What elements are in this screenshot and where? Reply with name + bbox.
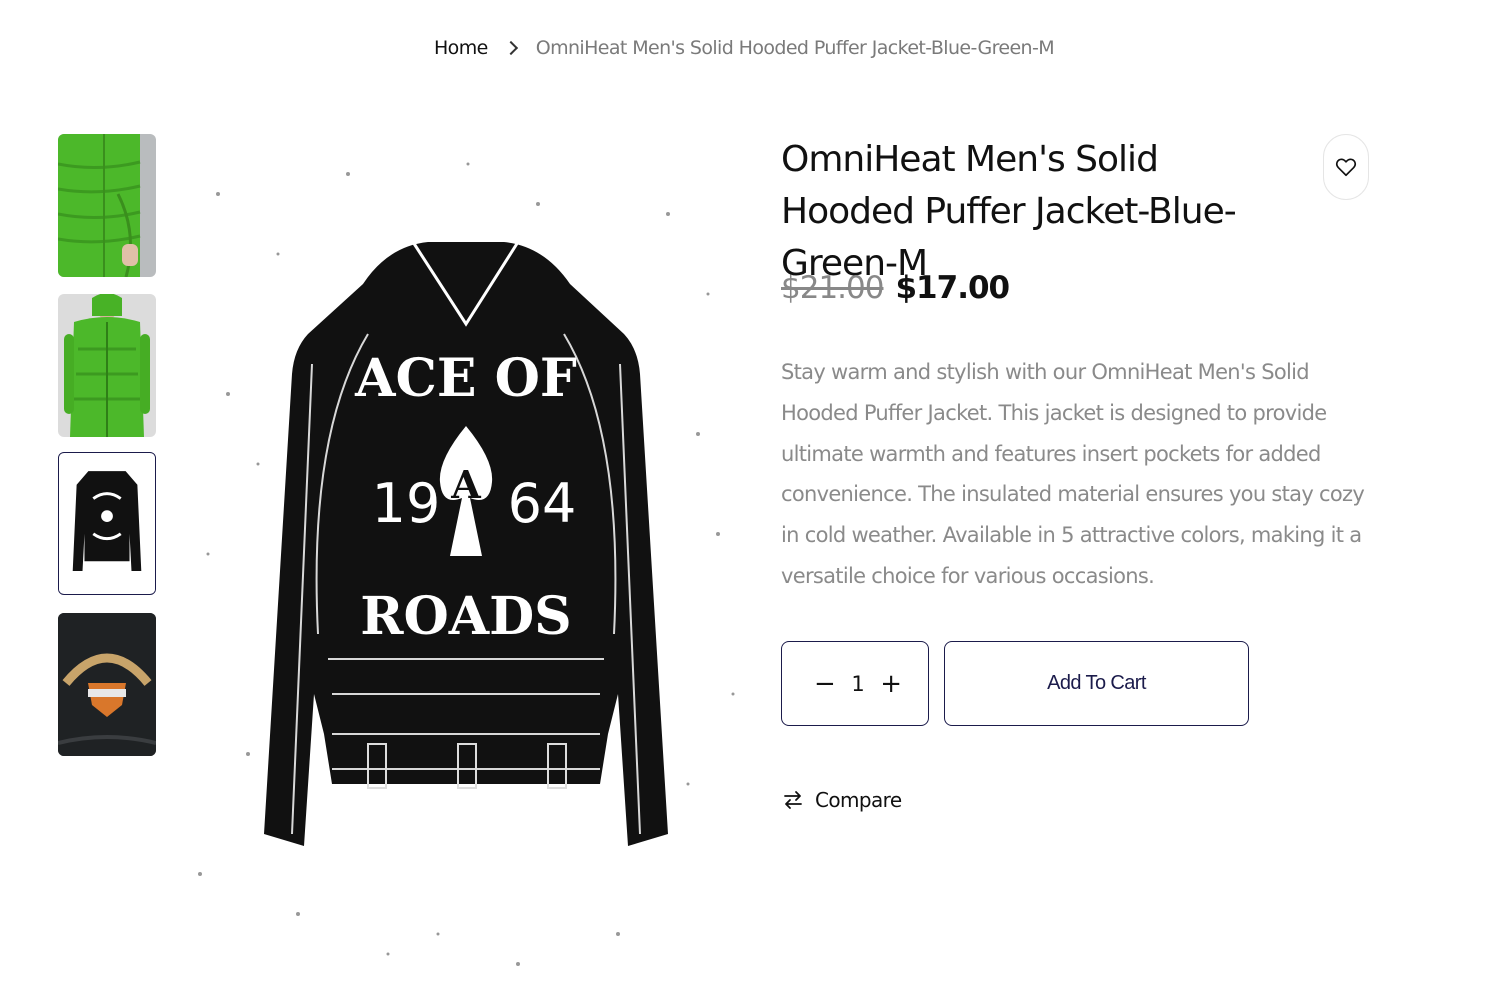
current-price: $17.00 (895, 270, 1010, 306)
heart-icon (1335, 158, 1357, 177)
jacket-year-right: 64 (508, 472, 577, 535)
product-description: Stay warm and stylish with our OmniHeat … (781, 360, 1365, 588)
ace-of-roads-thumbnail-image (59, 453, 155, 594)
jacket-text-top: ACE OF (354, 348, 577, 409)
product-info: OmniHeat Men's Solid Hooded Puffer Jacke… (781, 134, 1381, 812)
compare-button[interactable]: Compare (781, 788, 902, 812)
quantity-stepper: − 1 + (781, 641, 929, 726)
wishlist-button[interactable] (1323, 134, 1369, 200)
main-product-image[interactable]: ACE OF 19 64 A ROADS (188, 134, 744, 984)
compare-label: Compare (815, 788, 902, 812)
chevron-right-icon (503, 40, 518, 56)
jacket-text-bottom: ROADS (360, 586, 572, 647)
compare-arrows-icon (784, 791, 802, 809)
thumbnail-green-jacket-front[interactable] (58, 134, 156, 277)
thumbnail-harley-davidson-jacket[interactable] (58, 613, 156, 756)
jacket-spade-letter: A (450, 462, 481, 507)
jacket-year-left: 19 (372, 472, 441, 535)
quantity-value[interactable]: 1 (851, 672, 864, 696)
product-title: OmniHeat Men's Solid Hooded Puffer Jacke… (781, 139, 1237, 284)
harley-jacket-image (58, 613, 156, 756)
breadcrumb-home-link[interactable]: Home (434, 37, 488, 59)
thumbnail-green-jacket-model[interactable] (58, 294, 156, 437)
quantity-decrease-button[interactable]: − (814, 671, 836, 697)
add-to-cart-button[interactable]: Add To Cart (944, 641, 1249, 726)
quantity-increase-button[interactable]: + (880, 671, 902, 697)
breadcrumb: Home OmniHeat Men's Solid Hooded Puffer … (434, 34, 1055, 62)
old-price: $21.00 (781, 270, 884, 306)
breadcrumb-current: OmniHeat Men's Solid Hooded Puffer Jacke… (535, 37, 1055, 59)
price-block: $21.00 $17.00 (781, 270, 1010, 306)
green-jacket-image (58, 134, 156, 277)
ace-of-roads-jacket-image: ACE OF 19 64 A ROADS (188, 134, 744, 984)
thumbnail-ace-of-roads-jacket[interactable] (58, 452, 156, 595)
green-jacket-model-image (58, 294, 156, 437)
